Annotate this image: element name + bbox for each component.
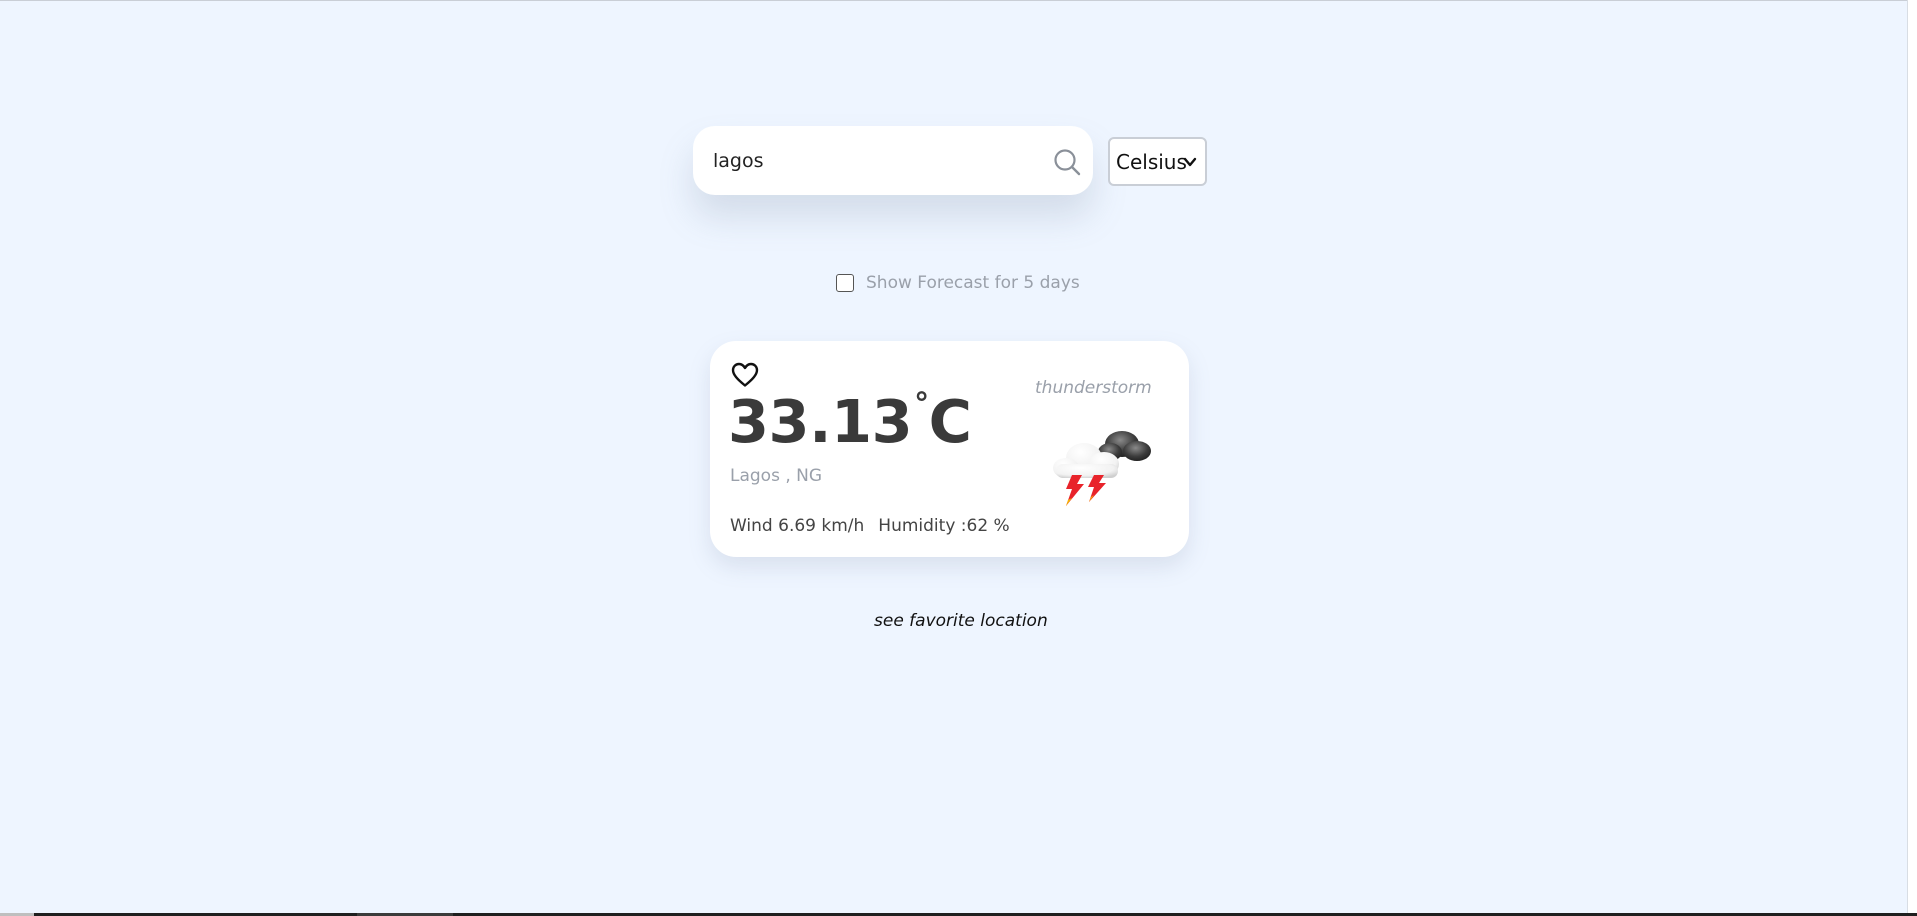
window-scrollbar-gutter (1907, 0, 1917, 916)
location-label: Lagos , NG (730, 466, 823, 486)
search-box (693, 126, 1093, 195)
heart-icon[interactable] (731, 362, 759, 388)
thunderstorm-icon (1053, 431, 1151, 506)
search-icon[interactable] (1053, 148, 1081, 176)
search-input[interactable] (713, 126, 1033, 195)
temperature-unit: C (928, 387, 972, 456)
unit-select-value: Celsius (1116, 150, 1187, 174)
see-favorites-link[interactable]: see favorite location (874, 611, 1048, 631)
forecast-checkbox-label[interactable]: Show Forecast for 5 days (866, 273, 1080, 293)
degree-symbol: ° (914, 387, 929, 422)
weather-condition: thunderstorm (1035, 378, 1152, 398)
wind-speed: Wind 6.69 km/h (730, 516, 865, 536)
temperature-readout: 33.13°C (728, 390, 972, 452)
forecast-checkbox[interactable] (836, 274, 854, 292)
weather-stats: Wind 6.69 km/h Humidity :62 % (730, 516, 1010, 536)
unit-select[interactable]: Celsius (1108, 137, 1207, 186)
chevron-down-icon (1183, 157, 1197, 167)
temperature-value: 33.13 (728, 387, 913, 456)
humidity: Humidity :62 % (878, 516, 1010, 536)
